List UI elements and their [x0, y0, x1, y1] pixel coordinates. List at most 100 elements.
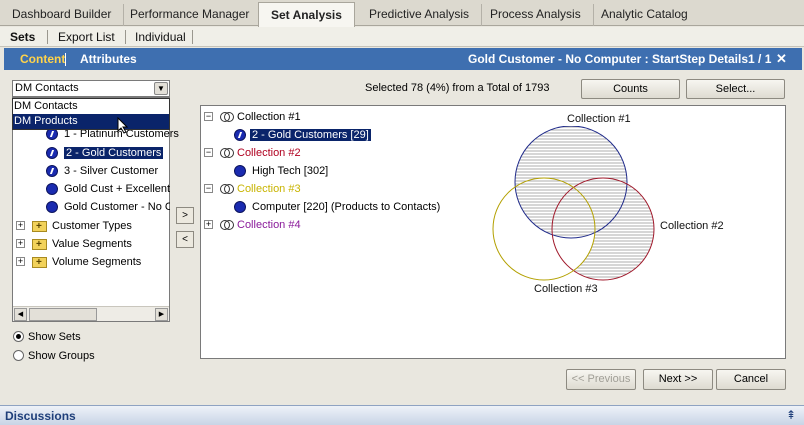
tree-hscrollbar[interactable]: ◀ ▶ [13, 306, 169, 321]
collection-4-node[interactable]: + Collection #4 [204, 217, 301, 233]
expand-icon[interactable]: + [16, 239, 25, 248]
tree-set-item[interactable]: 3 - Silver Customer [46, 163, 158, 179]
collections-panel[interactable]: − Collection #1 2 - Gold Customers [29] … [200, 105, 786, 359]
venn-diagram [492, 126, 655, 281]
divider [125, 30, 126, 44]
tree-set-item[interactable]: Gold Customer - No Computer [46, 199, 170, 215]
collection-4-label: Collection #4 [237, 219, 301, 231]
collection-icon [220, 148, 234, 158]
cancel-button[interactable]: Cancel [716, 369, 786, 390]
source-combo[interactable]: DM Contacts ▼ [12, 80, 170, 97]
collection-3-node[interactable]: − Collection #3 [204, 181, 301, 197]
source-combo-value: DM Contacts [15, 82, 79, 94]
collection-icon [220, 220, 234, 230]
tree-set-label: 2 - Gold Customers [64, 147, 164, 159]
folder-icon [32, 237, 47, 253]
collapse-icon[interactable]: − [204, 112, 213, 121]
collection-2-label: Collection #2 [237, 147, 301, 159]
venn-label-3: Collection #3 [534, 283, 598, 295]
previous-button[interactable]: << Previous [566, 369, 636, 390]
source-dropdown-list: DM Contacts DM Products [12, 98, 170, 130]
move-right-button[interactable]: > [176, 207, 194, 224]
tab-predictive-analysis[interactable]: Predictive Analysis [357, 4, 483, 26]
collection-1-label: Collection #1 [237, 111, 301, 123]
content-tab[interactable]: Content [20, 52, 65, 66]
tab-analytic-catalog[interactable]: Analytic Catalog [589, 4, 700, 26]
tree-folder-volume-segments[interactable]: + Volume Segments [16, 254, 142, 271]
divider [47, 30, 48, 44]
tree-set-label: Gold Customer - No Computer [64, 201, 170, 213]
close-icon[interactable]: ✕ [776, 51, 787, 67]
radio-show-sets-label: Show Sets [28, 331, 81, 343]
top-tab-bar: Dashboard Builder Performance Manager Se… [0, 0, 804, 27]
tree-folder-label: Volume Segments [52, 256, 142, 268]
pin-icon[interactable]: ⇞ [786, 408, 796, 422]
details-header-bar: Content Attributes Gold Customer - No Co… [4, 48, 802, 70]
dropdown-option-dm-products[interactable]: DM Products [13, 114, 169, 129]
divider [65, 53, 66, 66]
discussions-bar[interactable]: Discussions ⇞ [0, 405, 804, 425]
collection-3-item-label: Computer [220] (Products to Contacts) [252, 201, 441, 213]
collection-2-item[interactable]: High Tech [302] [234, 163, 328, 179]
tab-dashboard-builder[interactable]: Dashboard Builder [0, 4, 125, 26]
subtab-individual[interactable]: Individual [135, 29, 186, 45]
collection-icon [220, 112, 234, 122]
tree-folder-label: Customer Types [52, 220, 132, 232]
expand-icon[interactable]: + [204, 220, 213, 229]
collection-3-item[interactable]: Computer [220] (Products to Contacts) [234, 199, 440, 215]
set-icon [234, 129, 246, 141]
set-icon [234, 201, 246, 213]
tree-set-label: 3 - Silver Customer [64, 165, 159, 177]
dropdown-option-dm-contacts[interactable]: DM Contacts [13, 99, 169, 114]
sub-tab-bar: Sets Export List Individual [0, 27, 804, 47]
selection-summary: Selected 78 (4%) from a Total of 1793 [365, 82, 550, 94]
select-button[interactable]: Select... [686, 79, 785, 99]
move-left-button[interactable]: < [176, 231, 194, 248]
collapse-icon[interactable]: − [204, 184, 213, 193]
tab-set-analysis[interactable]: Set Analysis [258, 2, 355, 27]
set-icon [46, 147, 58, 159]
collection-2-item-label: High Tech [302] [252, 165, 329, 177]
subtab-export-list[interactable]: Export List [58, 29, 115, 45]
collection-2-node[interactable]: − Collection #2 [204, 145, 301, 161]
radio-show-sets[interactable] [13, 331, 24, 342]
tree-set-item[interactable]: Gold Cust + Excellent [46, 181, 170, 197]
scroll-right-icon[interactable]: ▶ [155, 308, 168, 321]
set-icon [234, 165, 246, 177]
collection-icon [220, 184, 234, 194]
set-icon [46, 201, 58, 213]
set-icon [46, 183, 58, 195]
discussions-title: Discussions [5, 409, 76, 423]
radio-show-groups[interactable] [13, 350, 24, 361]
scroll-thumb[interactable] [29, 308, 97, 321]
tab-process-analysis[interactable]: Process Analysis [478, 4, 594, 26]
tree-set-item-selected[interactable]: 2 - Gold Customers [46, 145, 164, 161]
tree-folder-label: Value Segments [52, 238, 132, 250]
venn-label-1: Collection #1 [567, 113, 631, 125]
expand-icon[interactable]: + [16, 257, 25, 266]
tree-folder-customer-types[interactable]: + Customer Types [16, 218, 132, 235]
collection-3-label: Collection #3 [237, 183, 301, 195]
tree-folder-value-segments[interactable]: + Value Segments [16, 236, 132, 253]
scroll-left-icon[interactable]: ◀ [14, 308, 27, 321]
collection-1-node[interactable]: − Collection #1 [204, 109, 301, 125]
mouse-cursor-icon [117, 117, 129, 134]
counts-button[interactable]: Counts [581, 79, 680, 99]
collapse-icon[interactable]: − [204, 148, 213, 157]
radio-show-groups-label: Show Groups [28, 350, 95, 362]
details-title: Gold Customer - No Computer : StartStep … [468, 52, 772, 66]
expand-icon[interactable]: + [16, 221, 25, 230]
subtab-sets[interactable]: Sets [10, 29, 35, 45]
folder-icon [32, 255, 47, 271]
set-tree-panel[interactable]: 1 - Platinum Customers 2 - Gold Customer… [12, 97, 179, 322]
tree-set-label: Gold Cust + Excellent [64, 183, 171, 195]
tab-performance-manager[interactable]: Performance Manager [118, 4, 263, 26]
folder-icon [32, 219, 47, 235]
collection-1-item-label: 2 - Gold Customers [29] [250, 129, 371, 141]
set-icon [46, 165, 58, 177]
venn-label-2: Collection #2 [660, 220, 724, 232]
attributes-tab[interactable]: Attributes [80, 52, 137, 66]
collection-1-item[interactable]: 2 - Gold Customers [29] [234, 127, 371, 143]
next-button[interactable]: Next >> [643, 369, 713, 390]
chevron-down-icon[interactable]: ▼ [154, 82, 168, 95]
